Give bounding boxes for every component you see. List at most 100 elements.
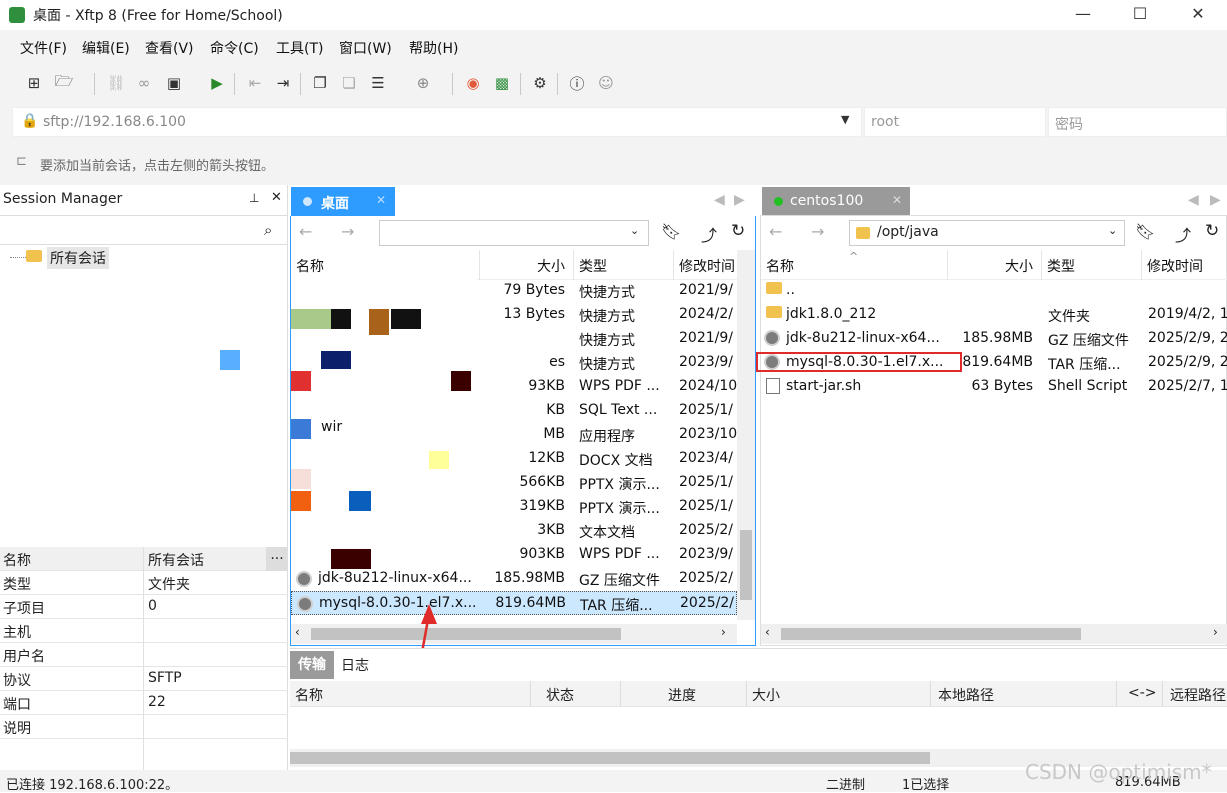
column-header-type[interactable]: 类型 — [579, 256, 607, 276]
copy-icon[interactable]: ❐ — [310, 73, 330, 93]
tab-local-desktop[interactable]: 桌面 ✕ — [291, 187, 395, 216]
tree-item-all-sessions[interactable]: 所有会话 — [47, 247, 109, 269]
scrollbar-thumb[interactable] — [311, 628, 621, 640]
address-bar: 🔒 sftp://192.168.6.100 ▼ root 密码 — [0, 103, 1227, 141]
parent-folder-icon[interactable]: ⤴ — [1175, 222, 1191, 246]
file-date: 2025/2/7, 1 — [1148, 378, 1227, 394]
scroll-left-icon[interactable]: ‹ — [765, 625, 770, 639]
column-header-name[interactable]: 名称 — [766, 256, 794, 276]
new-window-icon[interactable]: ▣ — [164, 73, 184, 93]
forward-icon[interactable]: → — [811, 222, 824, 241]
column-header-name[interactable]: 名称 — [296, 256, 324, 276]
table-row[interactable]: jdk-8u212-linux-x64... 185.98MB GZ 压缩文件 202… — [761, 327, 1227, 351]
column-header-local-path[interactable]: 本地路径 — [938, 685, 994, 705]
chevron-down-icon[interactable]: ⌄ — [1108, 224, 1117, 237]
local-vertical-scrollbar[interactable] — [737, 250, 755, 620]
table-row[interactable]: jdk-8u212-linux-x64... 185.98MB GZ 压缩文件 202… — [291, 567, 737, 591]
scrollbar-thumb[interactable] — [740, 530, 752, 600]
local-path-input[interactable]: ⌄ — [379, 220, 649, 246]
menu-view[interactable]: 查看(V) — [145, 38, 194, 58]
chevron-down-icon[interactable]: ⌄ — [630, 224, 639, 237]
menu-help[interactable]: 帮助(H) — [409, 38, 458, 58]
play-icon[interactable]: ▶ — [207, 73, 227, 93]
new-session-icon[interactable]: ⊞ — [24, 73, 44, 93]
gear-icon[interactable]: ⚙ — [530, 73, 550, 93]
scrollbar-thumb[interactable] — [290, 752, 930, 764]
tab-close-icon[interactable]: ✕ — [376, 193, 386, 207]
session-search-input[interactable]: ⌕ — [0, 215, 288, 245]
password-input[interactable]: 密码 — [1048, 107, 1227, 137]
column-header-size[interactable]: 大小 — [1005, 256, 1033, 276]
back-icon[interactable]: ← — [769, 222, 782, 241]
tab-remote-centos100[interactable]: centos100 ✕ — [762, 187, 910, 216]
column-header-remote-path[interactable]: 远程路径 — [1170, 685, 1226, 705]
xftp-icon[interactable]: ▩ — [492, 73, 512, 93]
maximize-button[interactable]: ☐ — [1117, 0, 1163, 30]
parent-folder-icon[interactable]: ⤴ — [701, 222, 717, 246]
pin-icon[interactable]: ⊥ — [249, 191, 259, 205]
column-header-type[interactable]: 类型 — [1047, 256, 1075, 276]
transfer-mode[interactable]: 二进制 — [826, 774, 865, 793]
add-session-arrow-icon[interactable]: ⊏ — [16, 154, 27, 169]
transfer-right-icon[interactable]: ⇥ — [273, 73, 293, 93]
bookmark-icon[interactable]: 🔖︎ — [661, 222, 681, 241]
address-input[interactable]: 🔒 sftp://192.168.6.100 ▼ — [12, 107, 862, 137]
column-header-date[interactable]: 修改时间 — [679, 256, 735, 276]
table-row[interactable]: jdk1.8.0_212 文件夹 2019/4/2, 1 — [761, 303, 1227, 327]
bookmark-icon[interactable]: 🔖︎ — [1135, 222, 1155, 241]
tab-close-icon[interactable]: ✕ — [892, 193, 902, 207]
hint-bar: ⊏ 要添加当前会话，点击左侧的箭头按钮。 — [0, 141, 1227, 185]
remote-path-input[interactable]: /opt/java ⌄ — [849, 220, 1125, 246]
menu-file[interactable]: 文件(F) — [20, 38, 67, 58]
panel-close-icon[interactable]: ✕ — [271, 190, 282, 205]
menu-edit[interactable]: 编辑(E) — [82, 38, 130, 58]
menu-command[interactable]: 命令(C) — [210, 38, 259, 58]
reconnect-icon[interactable]: ∞ — [134, 73, 154, 93]
column-header-direction[interactable]: <-> — [1128, 685, 1157, 701]
menu-window[interactable]: 窗口(W) — [339, 38, 392, 58]
help-icon[interactable]: ⓘ — [567, 73, 587, 93]
file-date: 2025/2/9, 2 — [1148, 354, 1227, 370]
open-folder-icon[interactable]: 🗁 — [54, 72, 74, 93]
refresh-icon[interactable]: ↻ — [731, 221, 745, 241]
scroll-right-icon[interactable]: › — [1213, 625, 1218, 639]
column-header-status[interactable]: 状态 — [546, 685, 574, 705]
scrollbar-thumb[interactable] — [781, 628, 1081, 640]
refresh-icon[interactable]: ↻ — [1205, 221, 1219, 241]
xshell-icon[interactable]: ◉ — [463, 73, 483, 93]
column-header-date[interactable]: 修改时间 — [1147, 256, 1203, 276]
close-button[interactable]: ✕ — [1175, 0, 1221, 30]
globe-icon[interactable]: ⊕ — [413, 73, 433, 93]
table-row[interactable]: start-jar.sh 63 Bytes Shell Script 2025/2/7… — [761, 375, 1227, 399]
chat-icon[interactable]: ☺ — [596, 73, 616, 93]
scroll-right-icon[interactable]: › — [721, 625, 726, 639]
username-input[interactable]: root — [864, 107, 1046, 137]
tab-log[interactable]: 日志 — [341, 655, 369, 675]
minimize-button[interactable]: — — [1060, 0, 1106, 30]
tab-scroll-right-icon[interactable]: ▶ — [734, 192, 745, 208]
file-type: GZ 压缩文件 — [1048, 333, 1129, 349]
tab-transfer[interactable]: 传输 — [290, 651, 334, 679]
transfer-left-icon[interactable]: ⇤ — [245, 73, 265, 93]
more-button[interactable]: ... — [266, 547, 288, 571]
column-header-name[interactable]: 名称 — [295, 685, 323, 705]
local-horizontal-scrollbar[interactable]: ‹ › — [291, 624, 737, 644]
tab-scroll-left-icon[interactable]: ◀ — [1188, 192, 1199, 208]
tab-scroll-left-icon[interactable]: ◀ — [714, 192, 725, 208]
disconnect-icon[interactable]: ⛓ — [106, 73, 126, 93]
column-header-size[interactable]: 大小 — [752, 685, 780, 705]
back-icon[interactable]: ← — [299, 222, 312, 241]
list-view-icon[interactable]: ☰ — [368, 73, 388, 93]
column-header-size[interactable]: 大小 — [537, 256, 565, 276]
chevron-down-icon[interactable]: ▼ — [841, 113, 849, 126]
menu-tools[interactable]: 工具(T) — [276, 38, 323, 58]
table-row[interactable]: .. — [761, 279, 1227, 303]
search-icon[interactable]: ⌕ — [264, 221, 272, 239]
table-row[interactable]: mysql-8.0.30-1.el7.x... 819.64MB TAR 压缩...… — [291, 591, 737, 615]
tab-scroll-right-icon[interactable]: ▶ — [1210, 192, 1221, 208]
forward-icon[interactable]: → — [341, 222, 354, 241]
paste-icon[interactable]: ❏ — [339, 73, 359, 93]
remote-horizontal-scrollbar[interactable]: ‹ › — [761, 624, 1227, 644]
column-header-progress[interactable]: 进度 — [668, 685, 696, 705]
scroll-left-icon[interactable]: ‹ — [295, 625, 300, 639]
